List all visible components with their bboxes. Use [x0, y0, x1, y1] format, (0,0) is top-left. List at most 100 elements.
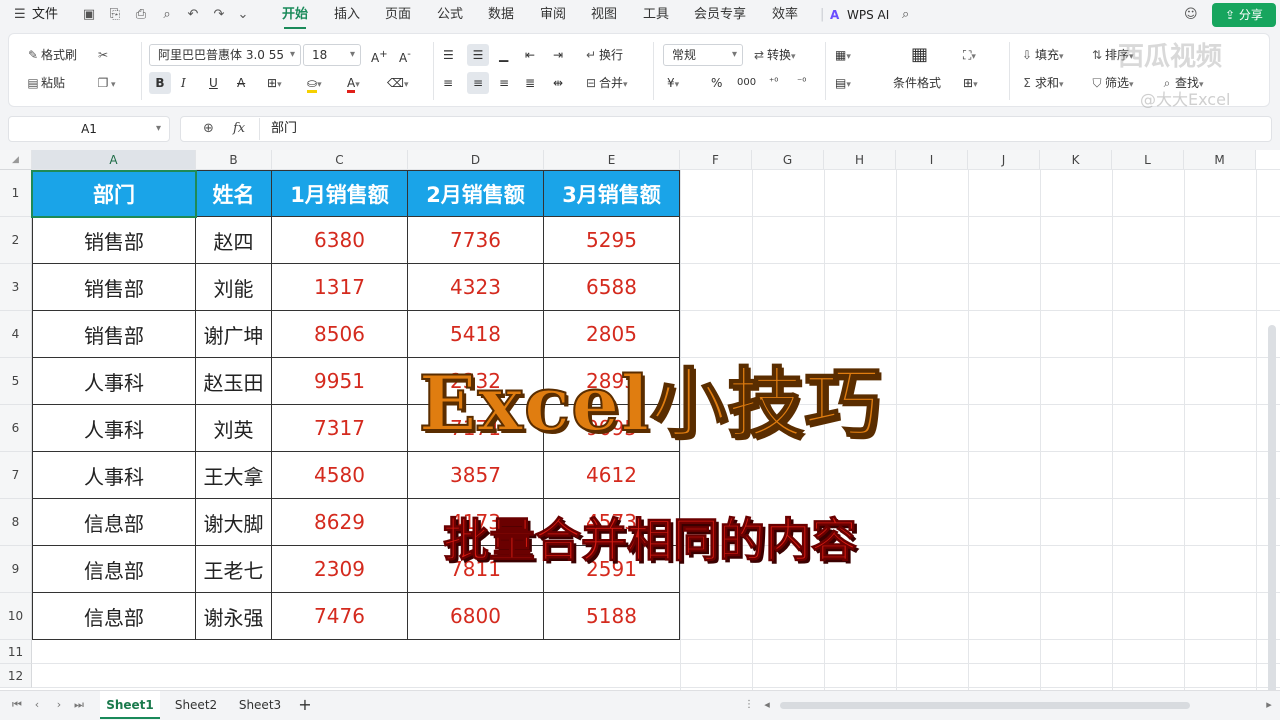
column-header-m[interactable]: M [1184, 150, 1256, 170]
table-cell[interactable]: 4323 [408, 264, 544, 311]
fill-down-icon[interactable]: ⛶▾ [963, 44, 976, 66]
table-cell[interactable]: 2805 [544, 311, 680, 358]
row-header-12[interactable]: 12 [0, 664, 32, 688]
table-cell[interactable]: 6800 [408, 593, 544, 640]
export-pdf-icon[interactable]: ⎘ [106, 6, 124, 24]
table-cell[interactable]: 谢永强 [196, 593, 272, 640]
table-cell[interactable]: 谢大脚 [196, 499, 272, 546]
table-cell[interactable]: 8506 [272, 311, 408, 358]
name-box[interactable]: A1 ▾ [8, 116, 170, 142]
quick-access-dropdown-icon[interactable]: ⌄ [234, 6, 252, 24]
table-cell[interactable]: 人事科 [32, 358, 196, 405]
column-header-a[interactable]: A [32, 150, 196, 170]
table-header-cell[interactable]: 部门 [32, 170, 196, 217]
table-cell[interactable]: 刘英 [196, 405, 272, 452]
scroll-right-icon[interactable]: ▸ [1262, 697, 1276, 713]
table-header-cell[interactable]: 3月销售额 [544, 170, 680, 217]
increase-decimal-icon[interactable]: ⁺⁰ [769, 72, 778, 94]
formula-input[interactable]: ⊕ fx 部门 [180, 116, 1272, 142]
filter-button[interactable]: ⛉ 筛选▾ [1089, 72, 1133, 94]
horizontal-scrollbar[interactable] [780, 702, 1190, 709]
share-button[interactable]: ⇪ 分享 [1212, 3, 1276, 27]
tab-view[interactable]: 视图 [591, 0, 617, 30]
row-header-10[interactable]: 10 [0, 593, 32, 640]
decrease-decimal-icon[interactable]: ⁻⁰ [797, 72, 806, 94]
font-size-select[interactable]: 18 ▾ [303, 44, 361, 66]
table-header-cell[interactable]: 姓名 [196, 170, 272, 217]
next-sheet-icon[interactable]: › [52, 697, 66, 713]
align-left-icon[interactable]: ≡ [443, 72, 453, 94]
last-sheet-icon[interactable]: ⏭ [72, 697, 86, 713]
tab-data[interactable]: 数据 [488, 0, 514, 30]
fill-button[interactable]: ⇩ 填充▾ [1019, 44, 1064, 66]
thousands-icon[interactable]: 000 [737, 72, 756, 94]
fx-icon[interactable]: fx [233, 117, 245, 141]
wrap-text-button[interactable]: ↵ 换行 [583, 44, 623, 66]
table-cell[interactable]: 谢广坤 [196, 311, 272, 358]
align-bottom-icon[interactable]: ▁ [499, 44, 508, 66]
table-cell[interactable]: 6588 [544, 264, 680, 311]
sheet-tab-1[interactable]: Sheet1 [100, 691, 160, 719]
table-cell[interactable]: 销售部 [32, 311, 196, 358]
align-center-icon[interactable]: ≡ [467, 72, 489, 94]
font-name-select[interactable]: 阿里巴巴普惠体 3.0 55 ▾ [149, 44, 301, 66]
border-icon[interactable]: ⊞▾ [267, 72, 282, 94]
column-header-c[interactable]: C [272, 150, 408, 170]
table-cell[interactable]: 刘能 [196, 264, 272, 311]
table-cell[interactable]: 3857 [408, 452, 544, 499]
column-header-e[interactable]: E [544, 150, 680, 170]
scroll-left-icon[interactable]: ◂ [760, 697, 774, 713]
first-sheet-icon[interactable]: ⏮ [10, 697, 24, 713]
table-cell[interactable]: 王大拿 [196, 452, 272, 499]
table-cell[interactable]: 销售部 [32, 217, 196, 264]
wps-ai-button[interactable]: WPS AI [847, 0, 889, 30]
table-cell[interactable]: 信息部 [32, 593, 196, 640]
row-header-6[interactable]: 6 [0, 405, 32, 452]
table-cell[interactable]: 5418 [408, 311, 544, 358]
cell-style-icon[interactable]: ▤▾ [835, 72, 851, 94]
fill-color-icon[interactable]: ⛀▾ [307, 72, 322, 94]
table-cell[interactable]: 信息部 [32, 499, 196, 546]
row-col-icon[interactable]: ⊞▾ [963, 72, 978, 94]
row-header-1[interactable]: 1 [0, 170, 32, 217]
column-header-h[interactable]: H [824, 150, 896, 170]
column-header-g[interactable]: G [752, 150, 824, 170]
table-cell[interactable]: 6380 [272, 217, 408, 264]
distribute-icon[interactable]: ⇹ [553, 72, 563, 94]
row-header-5[interactable]: 5 [0, 358, 32, 405]
paste-button[interactable]: ▤ 粘贴 [25, 72, 65, 94]
table-cell[interactable]: 4580 [272, 452, 408, 499]
align-top-icon[interactable]: ☰ [443, 44, 454, 66]
table-cell[interactable]: 7476 [272, 593, 408, 640]
decrease-font-icon[interactable]: A- [399, 44, 411, 66]
column-header-i[interactable]: I [896, 150, 968, 170]
column-header-k[interactable]: K [1040, 150, 1112, 170]
increase-indent-icon[interactable]: ⇥ [553, 44, 563, 66]
tab-tools[interactable]: 工具 [643, 0, 669, 30]
merge-button[interactable]: ⊟ 合并▾ [583, 72, 628, 94]
add-sheet-button[interactable]: + [294, 691, 316, 719]
sum-button[interactable]: Σ 求和▾ [1019, 72, 1063, 94]
hamburger-menu-icon[interactable]: ☰ [14, 0, 26, 30]
column-header-f[interactable]: F [680, 150, 752, 170]
decrease-indent-icon[interactable]: ⇤ [525, 44, 535, 66]
table-cell[interactable]: 赵四 [196, 217, 272, 264]
table-cell[interactable]: 人事科 [32, 452, 196, 499]
tab-home[interactable]: 开始 [282, 0, 308, 30]
file-menu[interactable]: 文件 [32, 0, 58, 30]
sheet-tab-3[interactable]: Sheet3 [230, 691, 290, 719]
bold-icon[interactable]: B [149, 72, 171, 94]
row-header-2[interactable]: 2 [0, 217, 32, 264]
increase-font-icon[interactable]: A+ [371, 44, 388, 66]
table-cell[interactable]: 赵玉田 [196, 358, 272, 405]
column-header-b[interactable]: B [196, 150, 272, 170]
undo-icon[interactable]: ↶ [184, 6, 202, 24]
copy-icon[interactable]: ❐ ▾ [95, 72, 116, 94]
row-header-3[interactable]: 3 [0, 264, 32, 311]
format-painter-button[interactable]: ✎ 格式刷 [25, 44, 77, 66]
justify-icon[interactable]: ≣ [525, 72, 535, 94]
tab-page[interactable]: 页面 [385, 0, 411, 30]
align-middle-icon[interactable]: ☰ [467, 44, 489, 66]
select-all-corner[interactable]: ◢ [0, 150, 32, 170]
vertical-scrollbar[interactable] [1268, 325, 1276, 705]
